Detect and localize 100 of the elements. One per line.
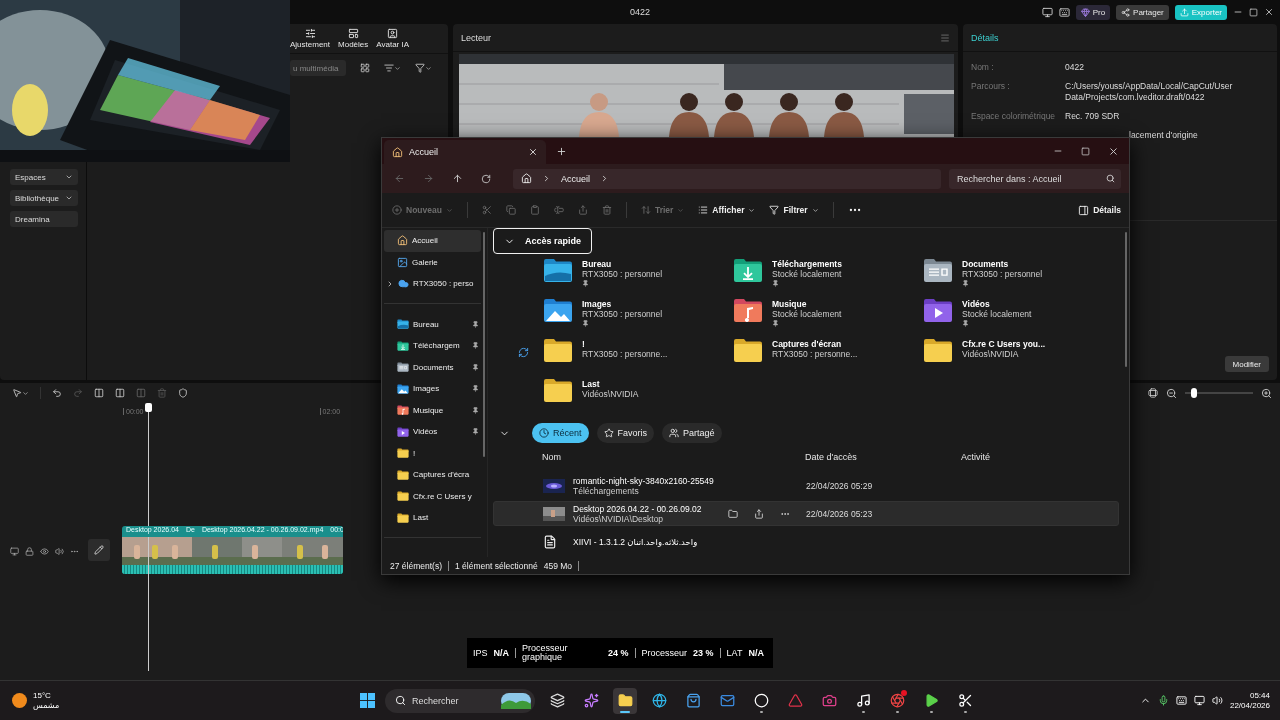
view-button[interactable]: Afficher	[698, 205, 756, 215]
section-header[interactable]: Accès rapide	[493, 228, 593, 254]
folder-name[interactable]: Musique	[772, 299, 842, 309]
refresh-button[interactable]	[481, 173, 491, 184]
grid-view-button[interactable]	[360, 63, 370, 73]
keyboard-icon[interactable]	[1175, 695, 1187, 706]
tool-tab[interactable]: Ajustement	[290, 28, 331, 49]
file-row[interactable]: Desktop 2026.04.22 - 00.26.09.02 Vidéos\NVIDIA\Desktop 22/04/2026 05:23	[493, 501, 1119, 526]
sidebar-item[interactable]: Espaces	[10, 169, 78, 185]
breadcrumb[interactable]: Accueil	[561, 173, 590, 184]
filter-tab[interactable]: Partagé	[662, 423, 722, 443]
back-button[interactable]	[394, 173, 405, 184]
nav-item[interactable]: Vidéos	[384, 421, 481, 443]
share-button[interactable]: Partager	[1116, 4, 1169, 20]
filter-tab[interactable]: Récent	[532, 423, 589, 443]
folder-name[interactable]: Téléchargements	[772, 259, 842, 269]
details-button[interactable]: Détails	[1078, 204, 1121, 216]
sidebar-item[interactable]: Bibliothèque	[10, 190, 78, 206]
folder-icon[interactable]	[728, 508, 738, 519]
close-button[interactable]	[1108, 145, 1119, 157]
layout-icon	[1041, 6, 1053, 18]
playhead-handle[interactable]	[145, 403, 152, 412]
cover-icon[interactable]	[10, 547, 19, 556]
nav-item[interactable]: RTX3050 : perso	[384, 273, 481, 295]
column-header[interactable]: Activité	[961, 452, 1119, 462]
tool-tab[interactable]: Modèles	[338, 28, 369, 49]
folder-name[interactable]: Vidéos	[962, 299, 1032, 309]
search-bar[interactable]: Rechercher	[385, 688, 535, 713]
close-button[interactable]	[1264, 7, 1274, 17]
undo-button[interactable]	[52, 388, 62, 398]
marker-button[interactable]	[178, 388, 188, 398]
home-icon	[521, 173, 532, 184]
nav-item[interactable]: Documents	[384, 356, 481, 378]
zoom-in-button[interactable]	[1261, 387, 1272, 399]
tool-tab[interactable]: Avatar IA	[376, 28, 410, 49]
zoom-out-button[interactable]	[1166, 387, 1177, 399]
folder-name[interactable]: Images	[582, 299, 663, 309]
volume-icon[interactable]	[1211, 695, 1223, 706]
monitor-icon[interactable]	[1193, 695, 1205, 706]
pro-button[interactable]: Pro	[1075, 4, 1111, 20]
filter-button[interactable]	[415, 63, 432, 73]
microphone-icon[interactable]	[1157, 695, 1169, 706]
address-bar[interactable]: Accueil	[513, 168, 941, 189]
folder-name[interactable]: Last	[582, 379, 639, 389]
taskbar-app[interactable]	[613, 687, 637, 714]
sun-icon[interactable]	[12, 693, 27, 708]
scrollbar[interactable]	[483, 232, 485, 457]
column-header[interactable]: Date d'accès	[805, 452, 961, 462]
search-field[interactable]: Rechercher dans : Accueil	[957, 173, 1106, 184]
nav-item[interactable]: Galerie	[384, 251, 481, 273]
filter-tab[interactable]: Favoris	[596, 423, 655, 443]
folder-name[interactable]: Bureau	[582, 259, 663, 269]
sort-button[interactable]	[384, 63, 401, 73]
window-tab[interactable]: Accueil	[384, 140, 546, 164]
search-field[interactable]: Rechercher	[412, 695, 495, 706]
windows-icon[interactable]	[360, 693, 375, 708]
edit-button[interactable]	[88, 539, 110, 561]
nav-item[interactable]: Last	[384, 507, 481, 529]
nav-item[interactable]: !	[384, 442, 481, 464]
forward-button[interactable]	[423, 173, 434, 184]
ratio-button[interactable]	[1148, 388, 1158, 398]
slider-thumb[interactable]	[1190, 388, 1197, 398]
nav-item[interactable]: Images	[384, 378, 481, 400]
nav-item[interactable]: Téléchargem	[384, 335, 481, 357]
close-icon	[1108, 145, 1119, 157]
split-button[interactable]	[94, 388, 104, 398]
nav-item[interactable]: Captures d'écra	[384, 464, 481, 486]
lock-icon[interactable]	[25, 547, 34, 556]
layout-button[interactable]	[1041, 6, 1053, 18]
search-field[interactable]: u multimédia	[290, 60, 346, 76]
search-bar[interactable]: Rechercher dans : Accueil	[949, 168, 1121, 189]
folder-name[interactable]: Documents	[962, 259, 1043, 269]
file-row[interactable]: romantic-night-sky-3840x2160-25549 Téléchargements 22/04/2026 05:29	[493, 473, 1119, 498]
folder-name[interactable]: Cfx.re C Users you...	[962, 339, 1046, 349]
maximize-button[interactable]	[1249, 7, 1258, 17]
sidebar-item[interactable]: Dreamina	[10, 211, 78, 227]
folder-name[interactable]: Captures d'écran	[772, 339, 858, 349]
more-icon[interactable]	[70, 547, 79, 556]
new-tab-button[interactable]	[556, 145, 567, 157]
expand-icon[interactable]	[386, 279, 394, 288]
trim-left-button[interactable]	[115, 388, 125, 398]
folder-name[interactable]: !	[582, 339, 668, 349]
status-text: 459 Mo	[543, 560, 573, 571]
nav-item[interactable]: Accueil	[384, 230, 481, 252]
nav-item[interactable]: Cfx.re C Users y	[384, 485, 481, 507]
pointer-button[interactable]	[12, 388, 29, 398]
eye-icon[interactable]	[40, 547, 49, 556]
filter-button[interactable]: Filtrer	[769, 205, 819, 215]
file-row[interactable]: XIIVI - 1.3.1.2 واحد.ثلاثه.واحد.اتنان	[493, 529, 1119, 554]
maximize-button[interactable]	[1081, 145, 1090, 157]
up-button[interactable]	[452, 173, 463, 184]
modify-button[interactable]: Modifier	[1224, 356, 1269, 372]
folder-icon	[923, 338, 953, 364]
close-icon[interactable]	[528, 147, 538, 157]
nav-item[interactable]: Bureau	[384, 313, 481, 335]
scrollbar[interactable]	[1125, 232, 1127, 367]
nav-item[interactable]: Musique	[384, 399, 481, 421]
column-header[interactable]: Nom	[542, 452, 727, 462]
shortcuts-button[interactable]	[1058, 6, 1070, 18]
share-icon[interactable]	[754, 508, 764, 519]
